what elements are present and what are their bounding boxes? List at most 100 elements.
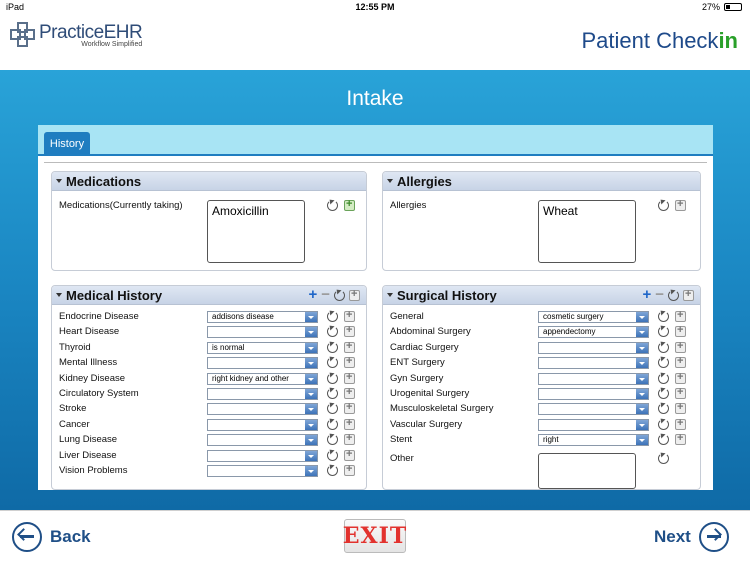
surgical-history-select[interactable] <box>538 388 649 400</box>
undo-icon[interactable] <box>658 200 669 211</box>
chevron-down-icon[interactable] <box>305 435 317 446</box>
medical-history-select[interactable] <box>207 357 318 370</box>
add-note-icon[interactable] <box>675 340 686 353</box>
undo-icon[interactable] <box>658 418 669 430</box>
chevron-down-icon[interactable] <box>636 404 648 415</box>
add-row-icon[interactable]: + <box>308 287 317 302</box>
surgical-history-select[interactable]: appendectomy <box>538 326 649 339</box>
chevron-down-icon[interactable] <box>305 419 317 430</box>
undo-icon[interactable] <box>658 357 669 369</box>
add-note-icon[interactable] <box>675 309 686 322</box>
chevron-down-icon[interactable] <box>305 327 317 338</box>
medical-history-select[interactable] <box>207 418 318 431</box>
add-note-icon[interactable] <box>344 463 355 476</box>
add-note-icon[interactable] <box>344 309 355 322</box>
medical-history-select[interactable]: is normal <box>207 341 318 354</box>
medical-history-select[interactable] <box>207 388 318 400</box>
surgical-history-select[interactable] <box>538 372 649 385</box>
undo-icon[interactable] <box>327 357 338 369</box>
surgical-history-select[interactable] <box>538 403 649 416</box>
medications-textarea[interactable]: Amoxicillin <box>207 200 305 263</box>
medical-history-select[interactable]: addisons disease <box>207 311 318 323</box>
medical-history-select[interactable] <box>207 326 318 339</box>
medications-header[interactable]: Medications <box>52 172 366 191</box>
undo-icon[interactable] <box>658 453 669 464</box>
add-note-icon[interactable] <box>344 324 355 338</box>
add-note-icon[interactable] <box>675 371 686 384</box>
allergies-textarea[interactable]: Wheat <box>538 200 636 263</box>
add-note-icon[interactable] <box>675 355 686 369</box>
undo-icon[interactable] <box>327 311 338 322</box>
add-note-icon[interactable] <box>344 386 355 399</box>
add-note-icon[interactable] <box>675 401 686 415</box>
chevron-down-icon[interactable] <box>636 373 648 384</box>
add-note-icon[interactable] <box>675 386 686 399</box>
add-note-icon[interactable] <box>344 355 355 369</box>
add-note-icon[interactable] <box>344 340 355 353</box>
undo-icon[interactable] <box>327 449 338 461</box>
add-note-icon[interactable] <box>344 432 355 446</box>
chevron-down-icon[interactable] <box>636 342 648 353</box>
other-textarea[interactable] <box>538 453 636 489</box>
surgical-history-select[interactable]: cosmetic surgery <box>538 311 649 323</box>
add-note-icon[interactable] <box>344 198 355 211</box>
chevron-down-icon[interactable] <box>305 389 317 399</box>
undo-icon[interactable] <box>327 388 338 399</box>
undo-icon[interactable] <box>327 341 338 353</box>
add-note-icon[interactable] <box>344 448 355 461</box>
add-note-icon[interactable] <box>349 288 360 301</box>
add-note-icon[interactable] <box>675 432 686 446</box>
add-note-icon[interactable] <box>344 401 355 415</box>
remove-row-icon[interactable]: − <box>655 287 664 302</box>
undo-icon[interactable] <box>327 200 338 211</box>
undo-icon[interactable] <box>327 403 338 415</box>
add-note-icon[interactable] <box>675 198 686 211</box>
chevron-down-icon[interactable] <box>305 342 317 353</box>
undo-icon[interactable] <box>327 326 338 338</box>
chevron-down-icon[interactable] <box>305 358 317 369</box>
remove-row-icon[interactable]: − <box>321 287 330 302</box>
chevron-down-icon[interactable] <box>305 466 317 476</box>
chevron-down-icon[interactable] <box>636 312 648 322</box>
medical-history-select[interactable] <box>207 434 318 447</box>
chevron-down-icon[interactable] <box>636 419 648 430</box>
undo-icon[interactable] <box>658 341 669 353</box>
undo-icon[interactable] <box>327 434 338 446</box>
medical-history-select[interactable]: right kidney and other <box>207 372 318 385</box>
add-note-icon[interactable] <box>675 324 686 338</box>
undo-icon[interactable] <box>658 326 669 338</box>
surgical-history-header[interactable]: Surgical History + − <box>383 286 700 305</box>
surgical-history-select[interactable]: right <box>538 434 649 447</box>
chevron-down-icon[interactable] <box>305 450 317 461</box>
undo-icon[interactable] <box>658 388 669 399</box>
chevron-down-icon[interactable] <box>636 389 648 399</box>
chevron-down-icon[interactable] <box>305 373 317 384</box>
undo-icon[interactable] <box>327 465 338 476</box>
add-note-icon[interactable] <box>675 417 686 430</box>
undo-icon[interactable] <box>658 372 669 384</box>
add-note-icon[interactable] <box>683 288 694 301</box>
surgical-history-select[interactable] <box>538 357 649 370</box>
add-row-icon[interactable]: + <box>642 287 651 302</box>
chevron-down-icon[interactable] <box>636 327 648 338</box>
medical-history-select[interactable] <box>207 403 318 416</box>
undo-icon[interactable] <box>334 289 345 301</box>
exit-button[interactable]: EXIT <box>343 519 406 553</box>
undo-icon[interactable] <box>327 418 338 430</box>
next-button[interactable]: Next <box>654 522 729 552</box>
allergies-header[interactable]: Allergies <box>383 172 700 191</box>
tab-history[interactable]: History <box>44 132 90 156</box>
surgical-history-select[interactable] <box>538 341 649 354</box>
back-button[interactable]: Back <box>12 522 91 552</box>
surgical-history-select[interactable] <box>538 418 649 431</box>
chevron-down-icon[interactable] <box>636 358 648 369</box>
medical-history-header[interactable]: Medical History + − <box>52 286 366 305</box>
chevron-down-icon[interactable] <box>305 312 317 322</box>
undo-icon[interactable] <box>327 372 338 384</box>
add-note-icon[interactable] <box>344 371 355 384</box>
undo-icon[interactable] <box>658 434 669 446</box>
add-note-icon[interactable] <box>344 417 355 430</box>
medical-history-select[interactable] <box>207 449 318 462</box>
medical-history-select[interactable] <box>207 465 318 477</box>
undo-icon[interactable] <box>658 311 669 322</box>
